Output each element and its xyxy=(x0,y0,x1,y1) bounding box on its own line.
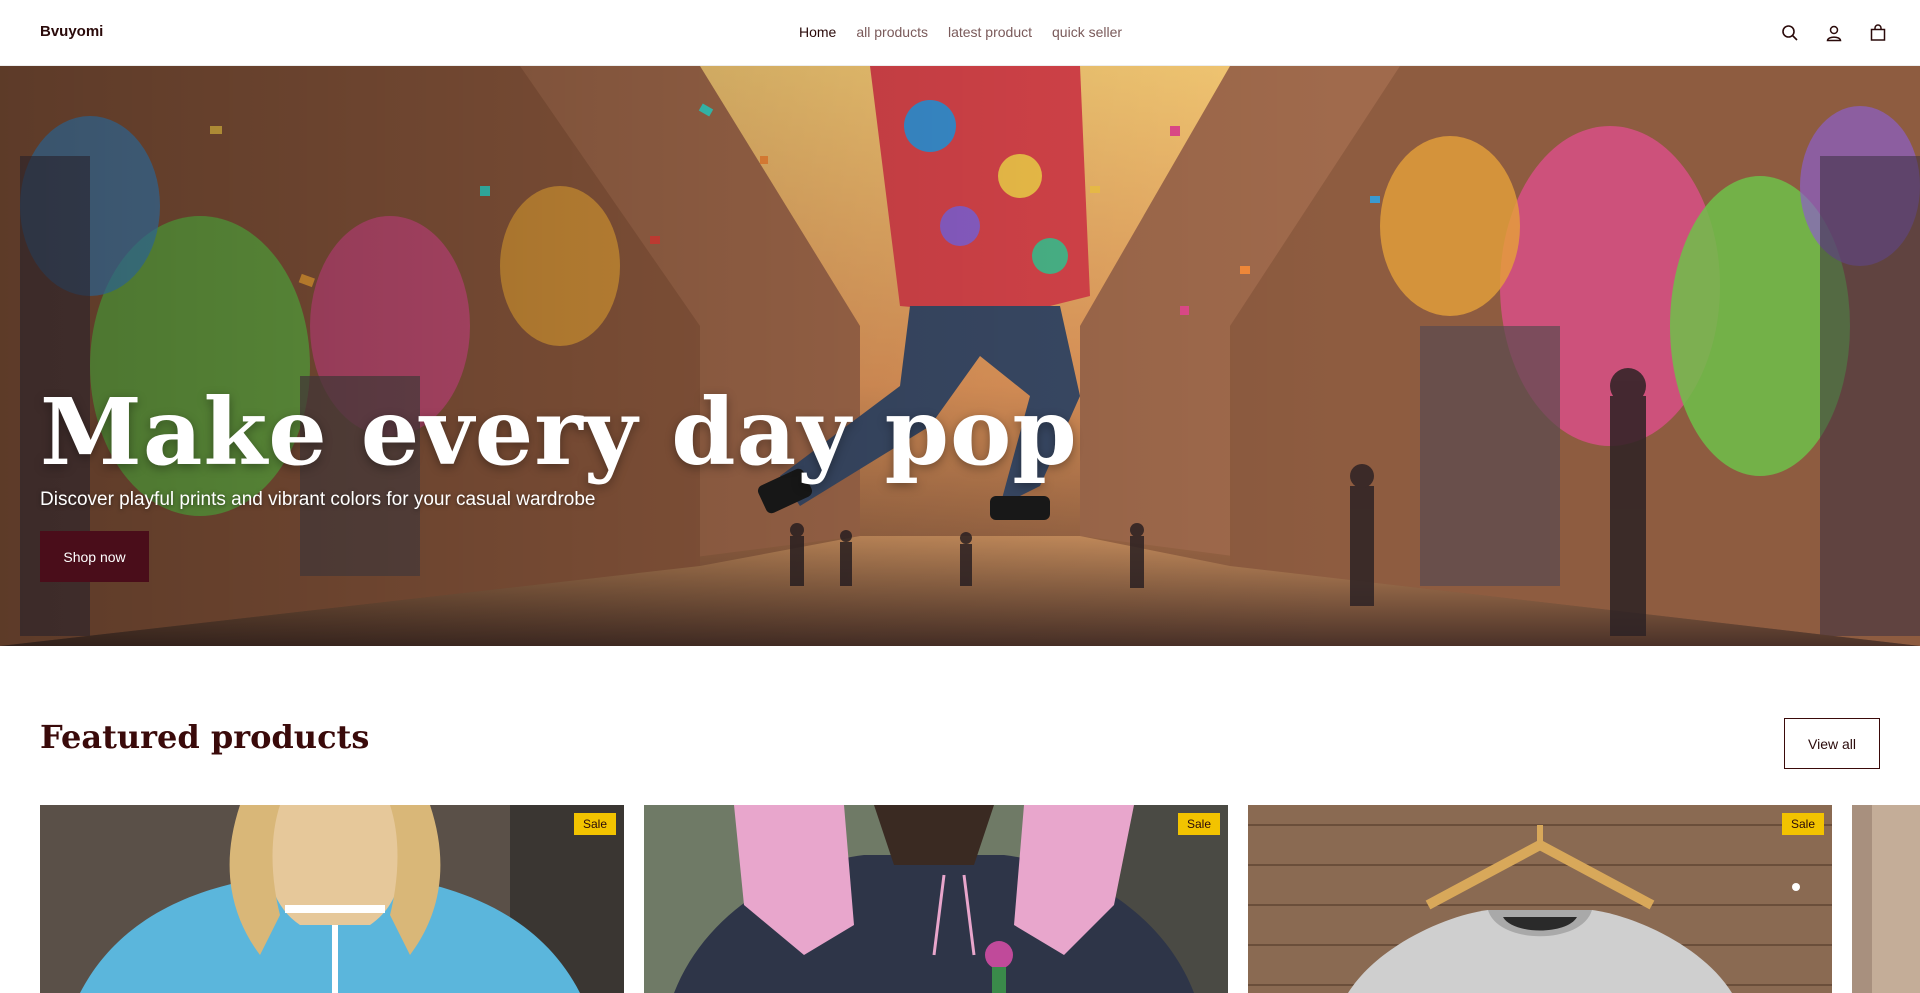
cart-icon[interactable] xyxy=(1866,21,1890,45)
product-image xyxy=(40,805,624,993)
nav-latest-product[interactable]: latest product xyxy=(948,24,1032,40)
featured-title: Featured products xyxy=(40,718,370,756)
product-card[interactable]: Sale xyxy=(1248,805,1832,993)
main-nav: Home all products latest product quick s… xyxy=(799,24,1122,40)
nav-quick-seller[interactable]: quick seller xyxy=(1052,24,1122,40)
product-card[interactable]: Sale xyxy=(40,805,624,993)
search-icon[interactable] xyxy=(1778,21,1802,45)
product-card[interactable]: Sale xyxy=(644,805,1228,993)
hero-title: Make every day pop xyxy=(40,378,1078,486)
hero-subtitle: Discover playful prints and vibrant colo… xyxy=(40,489,596,510)
sale-badge: Sale xyxy=(1781,813,1824,835)
brand-logo[interactable]: Bvuyomi xyxy=(40,23,103,40)
sale-badge: Sale xyxy=(573,813,616,835)
site-header: Bvuyomi Home all products latest product… xyxy=(0,0,1920,66)
hero-overlay xyxy=(0,66,1920,646)
product-card-partial[interactable] xyxy=(1852,805,1920,993)
sale-badge: Sale xyxy=(1177,813,1220,835)
product-image xyxy=(1852,805,1920,993)
nav-home[interactable]: Home xyxy=(799,24,836,40)
product-image xyxy=(644,805,1228,993)
account-icon[interactable] xyxy=(1822,21,1846,45)
product-image xyxy=(1248,805,1832,993)
shop-now-button[interactable]: Shop now xyxy=(40,531,149,582)
hero-banner: Make every day pop Discover playful prin… xyxy=(0,66,1920,646)
view-all-button[interactable]: View all xyxy=(1784,718,1880,769)
nav-all-products[interactable]: all products xyxy=(856,24,928,40)
header-icons xyxy=(1778,21,1890,45)
